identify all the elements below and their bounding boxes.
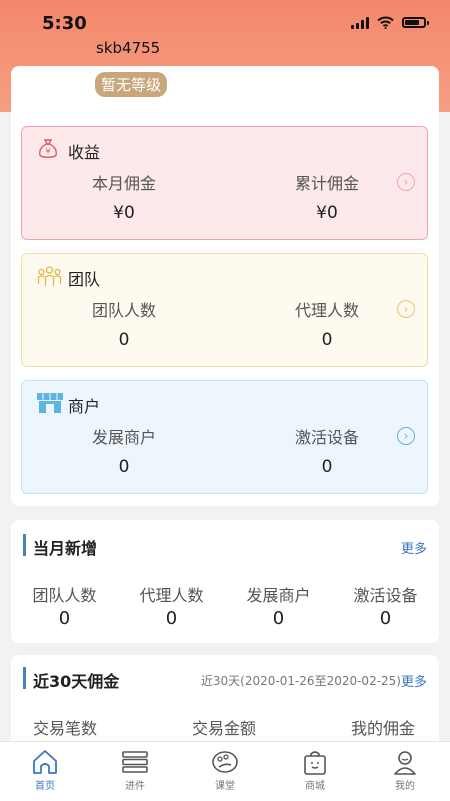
signal-icon bbox=[351, 16, 369, 29]
team-card[interactable]: 团队 团队人数 0 代理人数 0 › bbox=[21, 253, 428, 367]
section-bar bbox=[23, 667, 26, 689]
tab-mall[interactable]: 商城 bbox=[280, 748, 350, 792]
total-commission-label: 累计佣金 bbox=[294, 174, 359, 193]
last30-panel: 近30天佣金 近30天(2020-01-26至2020-02-25) 更多 交易… bbox=[11, 655, 439, 755]
last30-title: 近30天佣金 bbox=[33, 672, 120, 691]
section-bar bbox=[23, 534, 26, 556]
chevron-right-icon[interactable]: › bbox=[397, 427, 415, 445]
store-icon bbox=[37, 393, 63, 413]
monthly-item-label: 发展商户 bbox=[246, 586, 311, 605]
merchant-title: 商户 bbox=[68, 397, 101, 416]
tab-label: 课堂 bbox=[215, 781, 235, 792]
list-icon bbox=[122, 751, 148, 773]
chevron-right-icon[interactable]: › bbox=[397, 173, 415, 191]
tab-label: 首页 bbox=[35, 781, 55, 792]
agent-count-value: 0 bbox=[321, 330, 333, 350]
username: skb4755 bbox=[96, 39, 161, 57]
svg-text:¥: ¥ bbox=[45, 147, 50, 156]
shopping-bag-icon bbox=[304, 751, 326, 775]
team-title: 团队 bbox=[68, 270, 101, 289]
monthly-item-label: 代理人数 bbox=[139, 586, 204, 605]
date-range: 近30天(2020-01-26至2020-02-25) bbox=[200, 674, 401, 688]
bottom-tab-bar: 首页 进件 课堂 商城 我的 bbox=[0, 741, 450, 801]
trade-count-label: 交易笔数 bbox=[33, 719, 98, 738]
last30-more-link[interactable]: 更多 bbox=[401, 671, 427, 690]
income-title: 收益 bbox=[68, 143, 101, 162]
user-icon bbox=[394, 751, 416, 775]
tab-label: 我的 bbox=[395, 781, 415, 792]
develop-merchant-label: 发展商户 bbox=[91, 428, 156, 447]
month-commission-label: 本月佣金 bbox=[91, 174, 156, 193]
palette-icon bbox=[212, 751, 238, 773]
develop-merchant-value: 0 bbox=[118, 457, 130, 477]
agent-count-label: 代理人数 bbox=[294, 301, 359, 320]
tab-classroom[interactable]: 课堂 bbox=[190, 748, 260, 792]
monthly-new-panel: 当月新增 更多 团队人数 0 代理人数 0 发展商户 0 激活设备 0 bbox=[11, 520, 439, 643]
trade-amount-label: 交易金额 bbox=[192, 719, 257, 738]
monthly-more-link[interactable]: 更多 bbox=[401, 538, 427, 557]
status-time: 5:30 bbox=[42, 13, 87, 34]
total-commission-value: ¥0 bbox=[316, 203, 338, 223]
monthly-item-label: 激活设备 bbox=[353, 586, 418, 605]
level-badge: 暂无等级 bbox=[95, 72, 168, 97]
monthly-item-value: 0 bbox=[165, 608, 178, 629]
status-icons bbox=[351, 16, 429, 29]
wifi-icon bbox=[377, 16, 394, 29]
monthly-item-label: 团队人数 bbox=[32, 586, 97, 605]
battery-icon bbox=[402, 17, 429, 28]
tab-home[interactable]: 首页 bbox=[10, 748, 80, 792]
my-commission-label: 我的佣金 bbox=[351, 719, 416, 738]
monthly-item-value: 0 bbox=[379, 608, 392, 629]
activated-device-value: 0 bbox=[321, 457, 333, 477]
monthly-new-title: 当月新增 bbox=[33, 539, 98, 558]
tab-mine[interactable]: 我的 bbox=[370, 748, 440, 792]
income-card[interactable]: ¥ 收益 本月佣金 ¥0 累计佣金 ¥0 › bbox=[21, 126, 428, 240]
home-icon bbox=[33, 750, 57, 774]
monthly-item-value: 0 bbox=[272, 608, 285, 629]
tab-label: 进件 bbox=[125, 781, 145, 792]
team-icon bbox=[37, 266, 62, 286]
money-bag-icon: ¥ bbox=[39, 139, 57, 158]
team-size-label: 团队人数 bbox=[91, 301, 156, 320]
merchant-card[interactable]: 商户 发展商户 0 激活设备 0 › bbox=[21, 380, 428, 494]
team-size-value: 0 bbox=[118, 330, 130, 350]
chevron-right-icon[interactable]: › bbox=[397, 300, 415, 318]
tab-label: 商城 bbox=[305, 781, 325, 792]
month-commission-value: ¥0 bbox=[113, 203, 135, 223]
tab-apply[interactable]: 进件 bbox=[100, 748, 170, 792]
monthly-item-value: 0 bbox=[58, 608, 71, 629]
activated-device-label: 激活设备 bbox=[294, 428, 359, 447]
